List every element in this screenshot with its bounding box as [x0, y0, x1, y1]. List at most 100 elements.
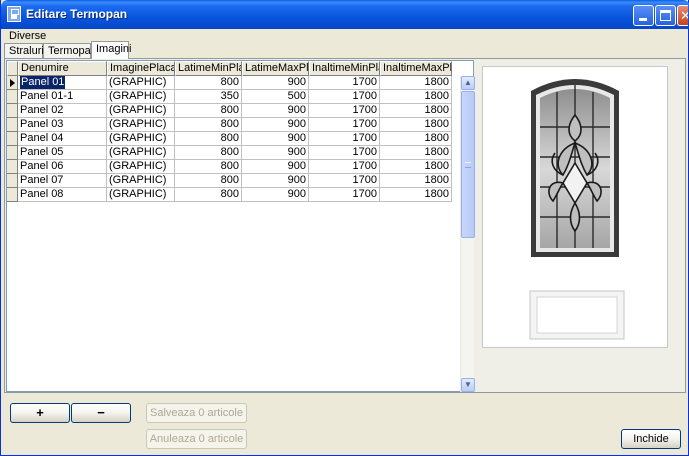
table-row[interactable]: Panel 03 (GRAPHIC) 800 900 1700 1800: [7, 118, 452, 132]
table-cell[interactable]: 1800: [380, 90, 452, 104]
table-cell[interactable]: Panel 02: [18, 104, 107, 118]
table-cell[interactable]: 1800: [380, 188, 452, 202]
table-cell[interactable]: 1800: [380, 174, 452, 188]
table-cell[interactable]: Panel 01-1: [18, 90, 107, 104]
table-cell[interactable]: 900: [242, 76, 309, 90]
current-row-indicator[interactable]: [7, 76, 18, 90]
title-bar[interactable]: Editare Termopan ✕: [1, 0, 689, 29]
tab-straluri[interactable]: Straluri: [4, 43, 44, 59]
tab-termopan[interactable]: Termopan: [43, 43, 97, 59]
table-row[interactable]: Panel 08 (GRAPHIC) 800 900 1700 1800: [7, 188, 452, 202]
table-cell[interactable]: Panel 01: [18, 76, 107, 90]
table-cell[interactable]: 900: [242, 160, 309, 174]
table-cell[interactable]: 900: [242, 104, 309, 118]
table-cell[interactable]: 800: [175, 188, 242, 202]
cell-text: 1800: [424, 90, 449, 102]
panels-grid[interactable]: Denumire ImaginePlaca LatimeMinPlaca Lat…: [6, 60, 475, 392]
table-cell[interactable]: Panel 04: [18, 132, 107, 146]
table-cell[interactable]: Panel 03: [18, 118, 107, 132]
table-cell[interactable]: 1700: [309, 118, 380, 132]
col-header-latime-min[interactable]: LatimeMinPlaca: [175, 61, 242, 76]
cell-text: 1700: [352, 132, 377, 144]
scroll-up-button[interactable]: ▲: [461, 76, 475, 90]
table-cell[interactable]: 1800: [380, 76, 452, 90]
table-row[interactable]: Panel 02 (GRAPHIC) 800 900 1700 1800: [7, 104, 452, 118]
table-row[interactable]: Panel 07 (GRAPHIC) 800 900 1700 1800: [7, 174, 452, 188]
row-indicator[interactable]: [7, 90, 18, 104]
table-cell[interactable]: 1800: [380, 146, 452, 160]
table-cell[interactable]: Panel 05: [18, 146, 107, 160]
table-cell[interactable]: (GRAPHIC): [107, 104, 175, 118]
table-cell[interactable]: 1800: [380, 160, 452, 174]
row-indicator[interactable]: [7, 188, 18, 202]
col-header-denumire[interactable]: Denumire: [18, 61, 107, 76]
scroll-thumb[interactable]: [461, 91, 475, 238]
table-cell[interactable]: 1700: [309, 90, 380, 104]
table-cell[interactable]: 1700: [309, 188, 380, 202]
table-cell[interactable]: Panel 06: [18, 160, 107, 174]
add-row-button[interactable]: +: [10, 403, 70, 423]
table-cell[interactable]: 1800: [380, 118, 452, 132]
table-cell[interactable]: 1700: [309, 146, 380, 160]
row-indicator[interactable]: [7, 118, 18, 132]
window-app-icon[interactable]: [7, 6, 21, 22]
table-cell[interactable]: 500: [242, 90, 309, 104]
save-articles-button[interactable]: Salveaza 0 articole: [146, 403, 247, 423]
table-cell[interactable]: 900: [242, 174, 309, 188]
table-cell[interactable]: 350: [175, 90, 242, 104]
minimize-button[interactable]: [633, 5, 654, 26]
table-cell[interactable]: 800: [175, 132, 242, 146]
row-indicator[interactable]: [7, 132, 18, 146]
tab-imagini[interactable]: Imagini: [91, 41, 131, 59]
table-cell[interactable]: (GRAPHIC): [107, 160, 175, 174]
table-cell[interactable]: (GRAPHIC): [107, 188, 175, 202]
table-cell[interactable]: 800: [175, 146, 242, 160]
row-indicator[interactable]: [7, 160, 18, 174]
table-cell[interactable]: 900: [242, 118, 309, 132]
table-cell[interactable]: Panel 07: [18, 174, 107, 188]
remove-row-button[interactable]: −: [71, 403, 131, 423]
close-window-button[interactable]: ✕: [677, 5, 688, 26]
table-row[interactable]: Panel 04 (GRAPHIC) 800 900 1700 1800: [7, 132, 452, 146]
col-header-latime-max[interactable]: LatimeMaxPlaca: [242, 61, 309, 76]
table-cell[interactable]: 1700: [309, 174, 380, 188]
table-row[interactable]: Panel 01 (GRAPHIC) 800 900 1700 1800: [7, 76, 452, 90]
table-cell[interactable]: Panel 08: [18, 188, 107, 202]
col-header-imagine-placa[interactable]: ImaginePlaca: [107, 61, 175, 76]
table-row[interactable]: Panel 06 (GRAPHIC) 800 900 1700 1800: [7, 160, 452, 174]
close-button[interactable]: Inchide: [621, 429, 681, 449]
table-cell[interactable]: 900: [242, 146, 309, 160]
col-header-inaltime-max[interactable]: InaltimeMaxPlaca: [380, 61, 452, 76]
row-indicator[interactable]: [7, 174, 18, 188]
table-cell[interactable]: (GRAPHIC): [107, 132, 175, 146]
table-cell[interactable]: 800: [175, 174, 242, 188]
table-row[interactable]: Panel 01-1 (GRAPHIC) 350 500 1700 1800: [7, 90, 452, 104]
cancel-articles-button[interactable]: Anuleaza 0 articole: [146, 429, 247, 449]
row-indicator[interactable]: [7, 104, 18, 118]
maximize-button[interactable]: [655, 5, 676, 26]
table-cell[interactable]: 1700: [309, 104, 380, 118]
grid-vertical-scrollbar[interactable]: ▲ ▼: [460, 76, 475, 392]
table-cell[interactable]: (GRAPHIC): [107, 76, 175, 90]
table-cell[interactable]: 1700: [309, 76, 380, 90]
table-cell[interactable]: (GRAPHIC): [107, 174, 175, 188]
menu-item-diverse[interactable]: Diverse: [8, 30, 47, 42]
table-row[interactable]: Panel 05 (GRAPHIC) 800 900 1700 1800: [7, 146, 452, 160]
scroll-down-button[interactable]: ▼: [461, 378, 475, 392]
table-cell[interactable]: 1700: [309, 160, 380, 174]
table-cell[interactable]: 1800: [380, 132, 452, 146]
table-cell[interactable]: 1700: [309, 132, 380, 146]
table-cell[interactable]: (GRAPHIC): [107, 146, 175, 160]
table-cell[interactable]: 1800: [380, 104, 452, 118]
table-cell[interactable]: 800: [175, 104, 242, 118]
table-cell[interactable]: 900: [242, 132, 309, 146]
table-cell[interactable]: 800: [175, 76, 242, 90]
cell-text: 1700: [352, 174, 377, 186]
table-cell[interactable]: 800: [175, 118, 242, 132]
col-header-inaltime-min[interactable]: InaltimeMinPlaca: [309, 61, 380, 76]
table-cell[interactable]: 800: [175, 160, 242, 174]
table-cell[interactable]: (GRAPHIC): [107, 118, 175, 132]
row-indicator[interactable]: [7, 146, 18, 160]
table-cell[interactable]: (GRAPHIC): [107, 90, 175, 104]
table-cell[interactable]: 900: [242, 188, 309, 202]
